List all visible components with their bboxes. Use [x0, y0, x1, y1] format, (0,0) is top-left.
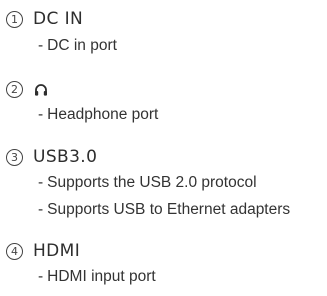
headphone-icon — [34, 82, 48, 96]
port-description: - Supports the USB 2.0 protocol — [38, 172, 257, 194]
bullet-marker: - — [38, 37, 44, 54]
port-description: - DC in port — [38, 35, 117, 57]
circled-number: 1 — [6, 10, 23, 28]
circled-number: 2 — [6, 80, 23, 98]
port-heading: 3 USB3.0 — [0, 144, 97, 170]
bullet-marker: - — [38, 174, 44, 191]
port-heading: 4 HDMI — [0, 238, 80, 264]
circled-number: 4 — [6, 242, 23, 260]
port-name: HDMI — [33, 241, 81, 261]
port-description-text: HDMI input port — [47, 268, 156, 285]
port-name: USB3.0 — [33, 147, 98, 167]
port-description-text: Supports the USB 2.0 protocol — [47, 174, 257, 191]
bullet-marker: - — [38, 268, 44, 285]
port-name: DC IN — [33, 9, 84, 29]
port-description: - Headphone port — [38, 104, 158, 126]
port-heading: 1 DC IN — [0, 6, 83, 32]
port-description-text: Headphone port — [47, 106, 159, 123]
bullet-marker: - — [38, 201, 44, 218]
port-description-text: Supports USB to Ethernet adapters — [47, 201, 291, 218]
bullet-marker: - — [38, 106, 44, 123]
port-description: - HDMI input port — [38, 266, 156, 288]
circled-number: 3 — [6, 148, 23, 166]
port-description: - Supports USB to Ethernet adapters — [38, 199, 290, 221]
port-description-text: DC in port — [47, 37, 117, 54]
port-heading: 2 — [0, 76, 48, 102]
port-list: 1 DC IN - DC in port 2 - Headphone port 3 — [0, 0, 327, 296]
